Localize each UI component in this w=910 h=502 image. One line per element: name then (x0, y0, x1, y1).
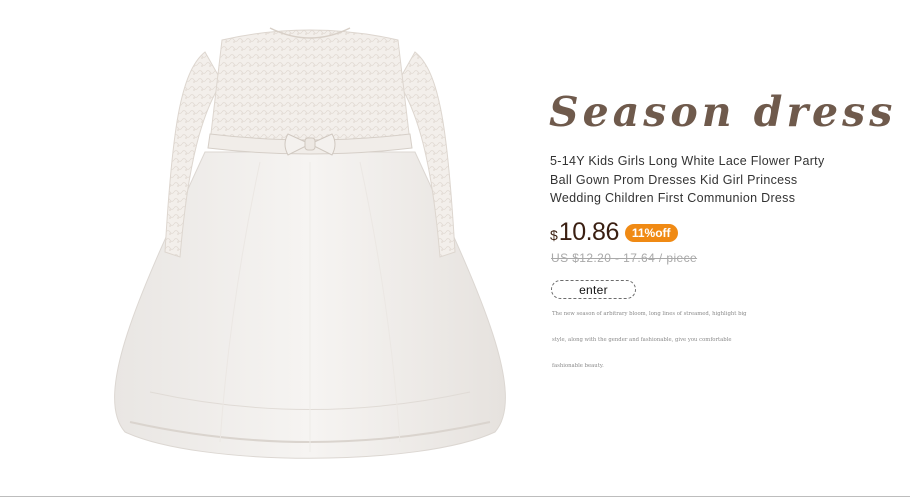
description-line: style, along with the gender and fashion… (552, 337, 732, 343)
original-price: US $12.20 - 17.64 / piece (551, 251, 698, 265)
dress-illustration (114, 27, 506, 459)
product-title-line: Wedding Children First Communion Dress (550, 191, 796, 205)
bottom-divider (0, 496, 910, 497)
enter-button[interactable]: enter (551, 280, 636, 299)
product-title[interactable]: 5-14Y Kids Girls Long White Lace Flower … (550, 152, 880, 208)
price-row: $ 10.86 11%off (550, 218, 678, 246)
product-image (110, 12, 510, 492)
product-title-line: 5-14Y Kids Girls Long White Lace Flower … (550, 154, 825, 168)
product-title-line: Ball Gown Prom Dresses Kid Girl Princess (550, 172, 798, 187)
headline: Season dress (549, 88, 897, 136)
description-line: fashionable beauty. (552, 363, 604, 369)
dress-bodice (209, 29, 411, 148)
discount-badge: 11%off (624, 224, 678, 242)
sale-price: 10.86 (558, 218, 620, 246)
description-line: The new season of arbitrary bloom, long … (552, 311, 747, 317)
currency-symbol: $ (550, 227, 558, 243)
